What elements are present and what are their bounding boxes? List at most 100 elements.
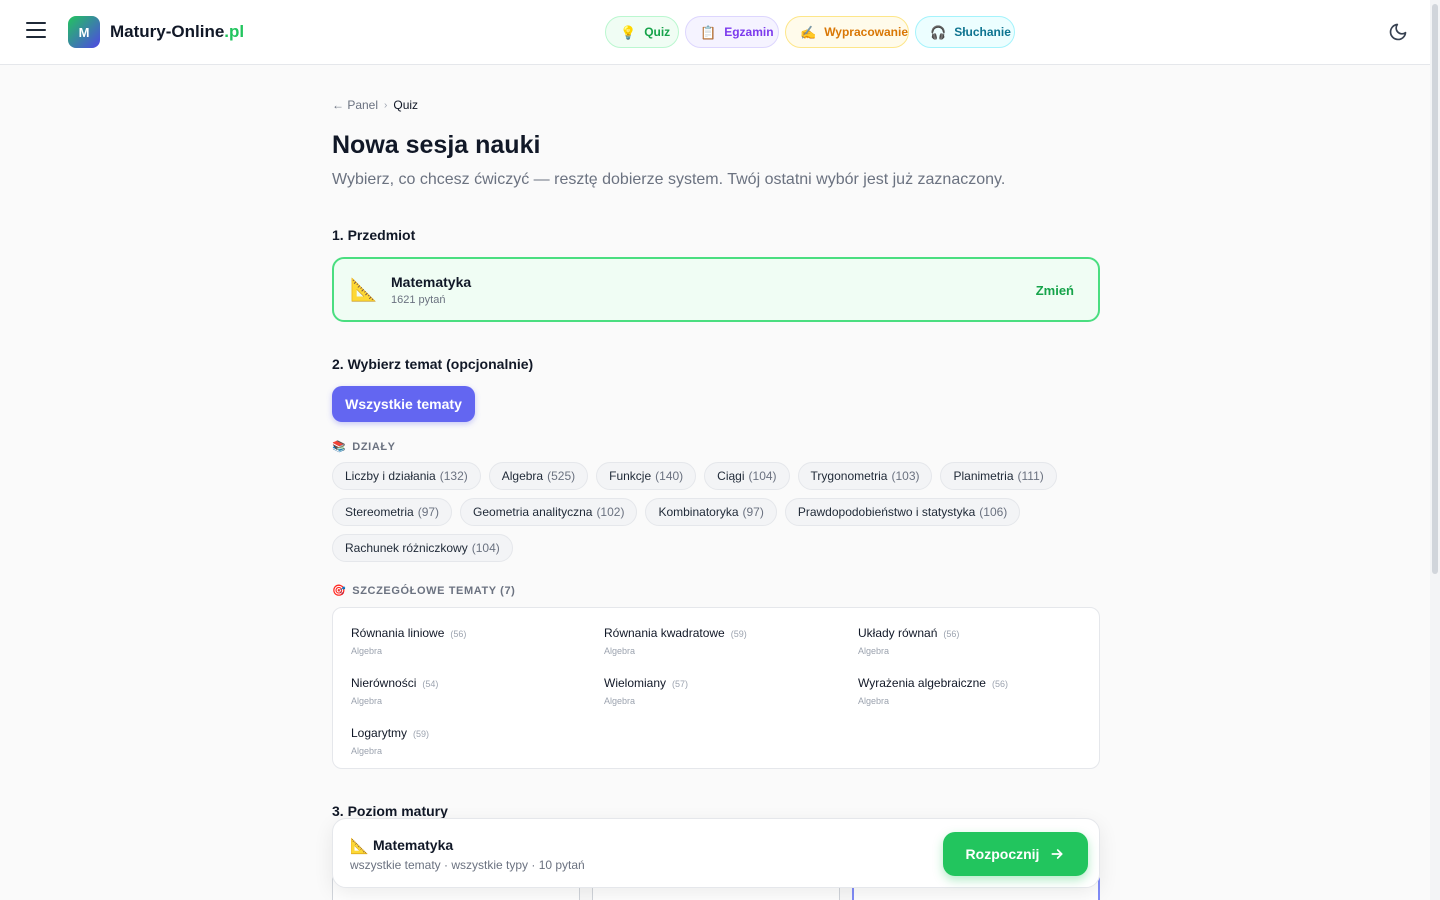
topic-item[interactable]: Nierówności (54) Algebra [351, 674, 581, 706]
chip-name: Algebra [501, 469, 544, 483]
moon-icon[interactable] [1388, 22, 1408, 42]
topic-name: Równania kwadratowe [604, 626, 725, 640]
section-chip[interactable]: Rachunek różniczkowy (104) [332, 534, 513, 562]
chip-name: Trygonometria [810, 469, 888, 483]
detailed-topics-header-label: SZCZEGÓŁOWE TEMATY (7) [352, 584, 516, 597]
start-button-label: Rozpocznij [965, 846, 1040, 862]
scrollbar-thumb[interactable] [1432, 4, 1438, 574]
target-icon: 🎯 [332, 585, 347, 597]
detailed-topics-header: 🎯 SZCZEGÓŁOWE TEMATY (7) [332, 584, 516, 598]
step3-label: 3. Poziom matury [332, 803, 448, 819]
topic-item[interactable]: Równania liniowe (56) Algebra [351, 624, 581, 656]
nav-essay-label: Wypracowanie [824, 25, 908, 39]
chip-count: (97) [742, 505, 764, 519]
chip-name: Prawdopodobieństwo i statystyka [797, 505, 976, 519]
section-chip[interactable]: Algebra (525) [488, 462, 589, 490]
chip-count: (111) [1017, 469, 1044, 483]
chip-name: Kombinatoryka [658, 505, 739, 519]
section-chip[interactable]: Funkcje (140) [596, 462, 697, 490]
menu-icon[interactable] [26, 22, 46, 40]
books-icon: 📚 [332, 441, 347, 453]
topic-section: Algebra [604, 646, 636, 656]
nav-exam-label: Egzamin [724, 25, 774, 39]
nav-listening[interactable]: 🎧 Słuchanie [915, 16, 1015, 48]
change-subject-button[interactable]: Zmień [1036, 283, 1074, 298]
section-chip[interactable]: Liczby i działania (132) [332, 462, 481, 490]
chip-count: (97) [417, 505, 440, 519]
all-topics-button[interactable]: Wszystkie tematy [332, 386, 475, 422]
logo-name: Matury-Online [110, 22, 225, 41]
chip-name: Ciągi [717, 469, 745, 483]
topic-count: (56) [450, 629, 467, 639]
section-chip[interactable]: Prawdopodobieństwo i statystyka (106) [784, 498, 1021, 526]
topic-item[interactable]: Równania kwadratowe (59) Algebra [604, 624, 834, 656]
page-title: Nowa sesja nauki [332, 131, 541, 159]
nav-exam[interactable]: 📋 Egzamin [685, 16, 779, 48]
mode-nav: 💡 Quiz 📋 Egzamin ✍️ Wypracowanie 🎧 Słuchanie [605, 16, 1015, 48]
subject-count: 1621 pytań [391, 294, 446, 306]
logo-text[interactable]: Matury-Online.pl [110, 22, 244, 42]
subject-name: Matematyka [391, 274, 472, 290]
section-chip[interactable]: Trygonometria (103) [797, 462, 933, 490]
topic-name: Równania liniowe [351, 626, 445, 640]
topic-section: Algebra [351, 696, 383, 706]
topic-name: Logarytmy [351, 726, 408, 740]
nav-quiz-label: Quiz [644, 25, 671, 39]
topic-section: Algebra [351, 646, 383, 656]
lightbulb-icon: 💡 [620, 24, 637, 40]
section-chip[interactable]: Planimetria (111) [940, 462, 1057, 490]
logo-badge[interactable]: M [68, 16, 100, 48]
chip-name: Geometria analityczna [473, 505, 593, 519]
topic-section: Algebra [351, 746, 383, 756]
topic-item[interactable]: Wyrażenia algebraiczne (56) Algebra [858, 674, 1088, 706]
topic-count: (56) [943, 629, 960, 639]
chip-name: Funkcje [609, 469, 652, 483]
nav-listening-label: Słuchanie [954, 25, 1011, 39]
topic-section: Algebra [858, 646, 890, 656]
topic-item[interactable]: Logarytmy (59) Algebra [351, 724, 581, 756]
clipboard-icon: 📋 [700, 24, 717, 40]
breadcrumb: ← Panel › Quiz [332, 98, 418, 112]
chip-count: (103) [891, 469, 920, 483]
start-button[interactable]: Rozpocznij [943, 832, 1088, 876]
topic-section: Algebra [604, 696, 636, 706]
triangle-ruler-icon: 📐 [350, 838, 369, 855]
topic-count: (59) [730, 629, 747, 639]
chip-count: (104) [748, 469, 777, 483]
chip-count: (102) [596, 505, 625, 519]
triangle-ruler-icon: 📐 [350, 277, 378, 302]
chip-count: (140) [655, 469, 684, 483]
section-chips: Liczby i działania (132) Algebra (525) Fun… [332, 462, 1112, 570]
topic-count: (59) [413, 729, 430, 739]
arrow-right-icon [1051, 849, 1063, 859]
chip-name: Liczby i działania [345, 469, 436, 483]
topic-item[interactable]: Wielomiany (57) Algebra [604, 674, 834, 706]
subject-card[interactable]: 📐 Matematyka 1621 pytań Zmień [332, 257, 1100, 322]
sections-header: 📚 DZIAŁY [332, 440, 396, 454]
summary-subject: Matematyka [373, 837, 454, 853]
section-chip[interactable]: Ciągi (104) [704, 462, 790, 490]
top-header: M Matury-Online.pl 💡 Quiz 📋 Egzamin ✍️ Wypr… [0, 0, 1440, 65]
chip-count: (106) [979, 505, 1008, 519]
breadcrumb-separator-icon: › [384, 99, 388, 111]
section-chip[interactable]: Geometria analityczna (102) [460, 498, 638, 526]
chip-name: Rachunek różniczkowy [345, 541, 468, 555]
chip-count: (132) [439, 469, 468, 483]
topic-name: Wyrażenia algebraiczne [858, 676, 986, 690]
nav-essay[interactable]: ✍️ Wypracowanie [785, 16, 909, 48]
chip-name: Planimetria [953, 469, 1014, 483]
topic-count: (56) [991, 679, 1008, 689]
section-chip[interactable]: Kombinatoryka (97) [645, 498, 777, 526]
writing-hand-icon: ✍️ [800, 24, 817, 40]
chip-count: (525) [547, 469, 576, 483]
chip-count: (104) [471, 541, 500, 555]
step1-label: 1. Przedmiot [332, 227, 416, 243]
nav-quiz[interactable]: 💡 Quiz [605, 16, 679, 48]
detailed-topics-list: Równania liniowe (56) Algebra Równania kw… [332, 607, 1100, 769]
topic-section: Algebra [858, 696, 890, 706]
topic-count: (54) [422, 679, 439, 689]
section-chip[interactable]: Stereometria (97) [332, 498, 453, 526]
breadcrumb-back-link[interactable]: ← Panel [332, 98, 378, 112]
session-summary-bar: 📐 Matematyka wszystkie tematy · wszystki… [332, 818, 1100, 888]
topic-item[interactable]: Układy równań (56) Algebra [858, 624, 1088, 656]
